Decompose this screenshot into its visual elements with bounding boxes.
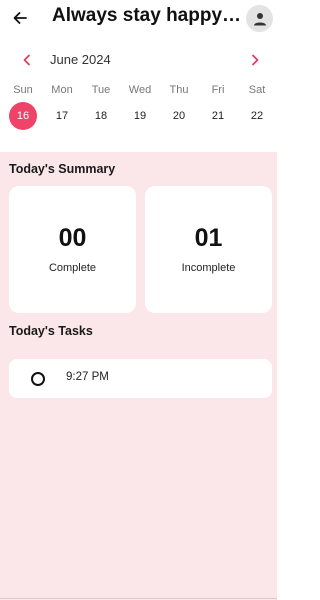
day-name: Tue <box>91 84 111 96</box>
chevron-left-icon <box>23 54 30 66</box>
month-label: June 2024 <box>50 52 111 67</box>
next-month-button[interactable] <box>245 50 265 70</box>
complete-card: 00 Complete <box>9 186 136 313</box>
back-button[interactable] <box>8 6 32 30</box>
complete-count: 00 <box>58 224 87 252</box>
day-number: 16 <box>9 102 37 130</box>
arrow-left-icon <box>13 12 27 24</box>
bottom-divider <box>0 598 277 599</box>
day-cell-fri[interactable]: Fri 21 <box>199 80 237 132</box>
task-complete-radio[interactable] <box>31 372 45 386</box>
chevron-right-icon <box>252 54 259 66</box>
day-name: Mon <box>51 84 73 96</box>
day-cell-thu[interactable]: Thu 20 <box>160 80 198 132</box>
day-number: 19 <box>133 110 147 122</box>
previous-month-button[interactable] <box>17 50 37 70</box>
day-number: 22 <box>250 110 264 122</box>
app-header: Always stay happy… <box>0 0 277 36</box>
task-time: 9:27 PM <box>66 371 109 383</box>
day-cell-wed[interactable]: Wed 19 <box>121 80 159 132</box>
day-number: 17 <box>55 110 69 122</box>
day-name: Sat <box>248 84 266 96</box>
person-icon <box>253 12 266 25</box>
day-number: 18 <box>94 110 108 122</box>
day-name: Sun <box>13 84 33 96</box>
week-strip: Sun 16 Mon 17 Tue 18 Wed 19 Thu 20 Fri 2… <box>0 80 277 132</box>
profile-button[interactable] <box>246 5 273 32</box>
day-name: Fri <box>211 84 225 96</box>
day-name: Wed <box>128 84 152 96</box>
tasks-heading: Today's Tasks <box>9 324 93 338</box>
day-number: 21 <box>211 110 225 122</box>
incomplete-label: Incomplete <box>181 262 236 274</box>
day-cell-sat[interactable]: Sat 22 <box>238 80 276 132</box>
summary-heading: Today's Summary <box>9 162 116 176</box>
incomplete-card: 01 Incomplete <box>145 186 272 313</box>
incomplete-count: 01 <box>194 224 223 252</box>
content-area: Today's Summary 00 Complete 01 Incomplet… <box>0 152 277 600</box>
month-navigator: June 2024 <box>0 48 277 72</box>
day-cell-mon[interactable]: Mon 17 <box>43 80 81 132</box>
day-name: Thu <box>169 84 189 96</box>
day-number: 20 <box>172 110 186 122</box>
page-title: Always stay happy… <box>52 5 242 26</box>
day-cell-sun[interactable]: Sun 16 <box>4 80 42 132</box>
task-item[interactable]: 9:27 PM <box>9 359 272 398</box>
complete-label: Complete <box>48 262 97 274</box>
day-cell-tue[interactable]: Tue 18 <box>82 80 120 132</box>
